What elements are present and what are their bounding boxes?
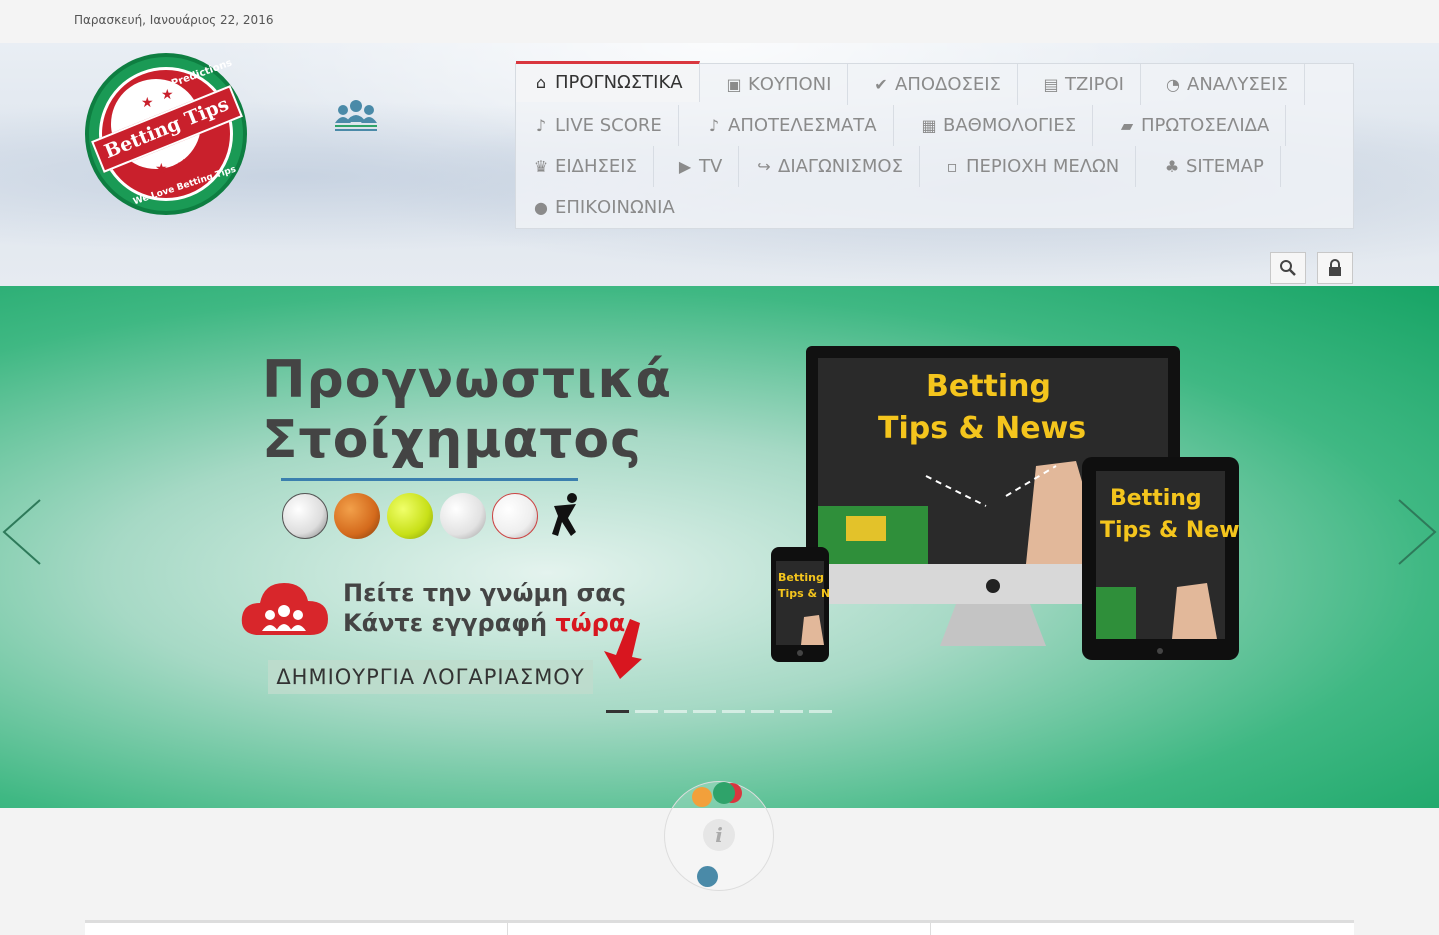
device-text-line2: Tips & News: [778, 587, 829, 600]
slider-prev-arrow[interactable]: [0, 498, 42, 566]
table-icon: ▦: [921, 116, 937, 135]
star-icon: ★: [141, 95, 154, 111]
cloud-community-icon[interactable]: [238, 573, 330, 643]
nav-label: ΔΙΑΓΩΝΙΣΜΟΣ: [778, 156, 903, 177]
lock-icon: [1329, 259, 1341, 276]
check-icon: ✔: [874, 75, 888, 94]
nav-label: ΚΟΥΠΟΝΙ: [748, 74, 832, 95]
iphone-device-image: Betting Tips & News: [771, 547, 829, 662]
tennis-ball-icon: [387, 493, 433, 539]
site-logo[interactable]: Betting Tips Sports & Predictions We Lov…: [85, 53, 247, 215]
briefcase-icon: ▣: [726, 75, 742, 94]
nav-item-live-score[interactable]: ♪ LIVE SCORE: [516, 105, 679, 146]
device-text-line2: Tips & News: [878, 411, 1086, 446]
nav-label: ΑΠΟΔΟΣΕΙΣ: [895, 74, 1001, 95]
star-icon: ★: [161, 87, 174, 103]
nav-label: ΠΕΡΙΟΧΗ ΜΕΛΩΝ: [966, 156, 1120, 177]
cta-headline: Πείτε την γνώμη σας: [343, 579, 626, 607]
device-text-line1: Betting: [926, 369, 1051, 404]
top-bar: Παρασκευή, Ιανουάριος 22, 2016: [0, 0, 1439, 43]
nav-label: ΠΡΟΓΝΩΣΤΙΚΑ: [555, 72, 683, 93]
hero-title-line2: Στοίχηματος: [262, 410, 642, 470]
info-icon[interactable]: i: [703, 819, 735, 851]
nav-label: LIVE SCORE: [555, 115, 662, 136]
comment-icon: ●: [534, 198, 548, 217]
slider-dot[interactable]: [664, 710, 687, 713]
device-text-line1: Betting: [1110, 486, 1202, 511]
home-icon: ⌂: [535, 73, 547, 92]
nav-item-members-area[interactable]: ▫ ΠΕΡΙΟΧΗ ΜΕΛΩΝ: [927, 146, 1137, 187]
nav-item-contact[interactable]: ● ΕΠΙΚΟΙΝΩΝΙΑ: [516, 187, 691, 228]
search-icon: [1280, 260, 1296, 276]
nav-label: ΤΖΙΡΟΙ: [1065, 74, 1124, 95]
nav-item-analysis[interactable]: ◔ ΑΝΑΛΥΣΕΙΣ: [1148, 64, 1305, 105]
nav-label: SITEMAP: [1186, 156, 1264, 177]
bell-icon: ♪: [535, 116, 547, 135]
search-button[interactable]: [1270, 252, 1306, 284]
nav-item-predictions[interactable]: ⌂ ΠΡΟΓΝΩΣΤΙΚΑ: [516, 61, 700, 102]
baseball-icon: [492, 493, 538, 539]
nav-item-front-pages[interactable]: ▰ ΠΡΩΤΟΣΕΛΙΔΑ: [1102, 105, 1287, 146]
soccer-ball-icon: [282, 493, 328, 539]
login-button[interactable]: [1317, 252, 1353, 284]
red-arrow-icon: [604, 619, 642, 679]
hero-underline: [281, 478, 578, 481]
nav-label: ΑΠΟΤΕΛΕΣΜΑΤΑ: [728, 115, 877, 136]
nav-label: ΕΠΙΚΟΙΝΩΝΙΑ: [555, 197, 675, 218]
panel-divider: [930, 923, 931, 935]
nav-item-turnover[interactable]: ▤ ΤΖΙΡΟΙ: [1026, 64, 1141, 105]
book-icon: ▰: [1120, 116, 1134, 135]
slider-next-arrow[interactable]: [1397, 498, 1439, 566]
play-icon: ▶: [678, 157, 692, 176]
sitemap-icon: ♣: [1164, 157, 1180, 176]
unlock-icon: ▫: [946, 157, 958, 176]
dashboard-icon: ◔: [1166, 75, 1180, 94]
cta-subline-text: Κάντε εγγραφή: [343, 609, 548, 637]
community-icon[interactable]: [334, 98, 378, 132]
nav-item-tv[interactable]: ▶ TV: [660, 146, 740, 187]
slider-dot[interactable]: [780, 710, 803, 713]
star-icon: ★: [155, 161, 168, 177]
create-account-button[interactable]: ΔΗΜΙΟΥΡΓΙΑ ΛΟΓΑΡΙΑΣΜΟΥ: [268, 660, 593, 694]
nav-item-odds[interactable]: ✔ ΑΠΟΔΟΣΕΙΣ: [856, 64, 1018, 105]
main-navigation: ⌂ ΠΡΟΓΝΩΣΤΙΚΑ ▣ ΚΟΥΠΟΝΙ ✔ ΑΠΟΔΟΣΕΙΣ ▤ ΤΖΙΡΟΙ…: [515, 61, 1354, 229]
device-text-line1: Betting: [778, 571, 824, 584]
green-dot-icon: [713, 782, 735, 804]
basketball-icon: [334, 493, 380, 539]
slider-dot[interactable]: [722, 710, 745, 713]
ipad-device-image: Betting Tips & News: [1082, 457, 1239, 660]
current-date: Παρασκευή, Ιανουάριος 22, 2016: [74, 13, 274, 27]
slider-dot[interactable]: [606, 710, 629, 713]
nav-label: ΑΝΑΛΥΣΕΙΣ: [1187, 74, 1288, 95]
nav-label: ΕΙΔΗΣΕΙΣ: [555, 156, 637, 177]
content-panels: [85, 920, 1354, 935]
panel-divider: [507, 923, 508, 935]
cta-subline: Κάντε εγγραφή τώρα: [343, 609, 625, 637]
nav-item-news[interactable]: ♛ ΕΙΔΗΣΕΙΣ: [516, 146, 654, 187]
nav-item-standings[interactable]: ▦ ΒΑΘΜΟΛΟΓΙΕΣ: [904, 105, 1094, 146]
runner-icon: [552, 493, 577, 536]
orange-dot-icon: [692, 787, 712, 807]
share-icon: ↪: [757, 157, 771, 176]
slider-dot[interactable]: [809, 710, 832, 713]
nav-item-contest[interactable]: ↪ ΔΙΑΓΩΝΙΣΜΟΣ: [739, 146, 920, 187]
trophy-icon: ♛: [533, 157, 549, 176]
star-icon: ★: [177, 157, 190, 173]
slider-dot[interactable]: [635, 710, 658, 713]
slider-dot[interactable]: [693, 710, 716, 713]
money-icon: ▤: [1043, 75, 1059, 94]
nav-label: ΒΑΘΜΟΛΟΓΙΕΣ: [943, 115, 1077, 136]
volleyball-icon: [440, 493, 486, 539]
bell-icon: ♪: [708, 116, 720, 135]
nav-item-coupon[interactable]: ▣ ΚΟΥΠΟΝΙ: [709, 64, 849, 105]
nav-item-results[interactable]: ♪ ΑΠΟΤΕΛΕΣΜΑΤΑ: [689, 105, 894, 146]
nav-item-sitemap[interactable]: ♣ SITEMAP: [1147, 146, 1281, 187]
hero-title: Προγνωστικά Στοίχηματος: [262, 350, 673, 470]
hero-title-line1: Προγνωστικά: [262, 350, 673, 410]
blue-dot-icon: [697, 866, 718, 887]
slider-dot[interactable]: [751, 710, 774, 713]
nav-label: ΠΡΩΤΟΣΕΛΙΔΑ: [1141, 115, 1270, 136]
nav-label: TV: [699, 156, 723, 177]
device-text-line2: Tips & News: [1100, 518, 1239, 543]
